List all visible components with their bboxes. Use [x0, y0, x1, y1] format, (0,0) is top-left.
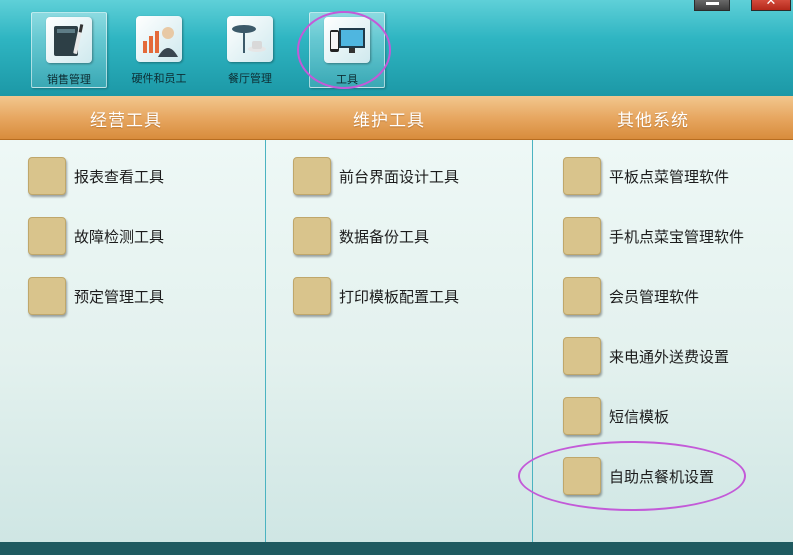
column-header-bar: 经营工具 维护工具 其他系统 [0, 96, 793, 140]
tool-tile-icon [563, 397, 601, 435]
tool-item-label: 预定管理工具 [74, 287, 165, 306]
tool-item-membership[interactable]: 会员管理软件 [563, 276, 699, 316]
toolbar-item-hardware-staff[interactable]: 硬件和员工 [121, 12, 197, 88]
tool-tile-icon [293, 277, 331, 315]
ledger-icon [46, 17, 92, 63]
tool-item-sms-template[interactable]: 短信模板 [563, 396, 669, 436]
minimize-button[interactable] [694, 0, 730, 11]
toolbar-item-label: 销售管理 [47, 73, 91, 86]
tool-tile-icon [563, 157, 601, 195]
tool-tile-icon [293, 217, 331, 255]
column-divider [265, 140, 266, 542]
tool-item-print-template[interactable]: 打印模板配置工具 [293, 276, 459, 316]
status-bar [0, 542, 793, 555]
tool-item-report-viewer[interactable]: 报表查看工具 [28, 156, 164, 196]
toolbar-item-label: 硬件和员工 [131, 72, 187, 85]
tool-tile-icon [28, 217, 66, 255]
column-title: 其他系统 [617, 111, 689, 131]
tool-item-label: 故障检测工具 [74, 227, 165, 246]
top-toolbar: ✕ 销售管理 硬件和员工 餐厅管理 工具 [0, 0, 793, 96]
tool-item-label: 数据备份工具 [339, 227, 430, 246]
close-button[interactable]: ✕ [751, 0, 791, 11]
tool-item-tablet-ordering[interactable]: 平板点菜管理软件 [563, 156, 729, 196]
tool-tile-icon [293, 157, 331, 195]
restaurant-icon [227, 16, 273, 62]
toolbar-item-sales[interactable]: 销售管理 [31, 12, 107, 88]
highlight-circle [297, 11, 391, 89]
column-title: 维护工具 [353, 111, 425, 131]
tool-item-data-backup[interactable]: 数据备份工具 [293, 216, 429, 256]
tool-item-label: 打印模板配置工具 [339, 287, 460, 306]
tool-item-label: 会员管理软件 [609, 287, 700, 306]
tool-item-label: 来电通外送费设置 [609, 347, 730, 366]
tool-panels: 报表查看工具 故障检测工具 预定管理工具 前台界面设计工具 数据备份工具 打印模… [0, 140, 793, 542]
tool-tile-icon [28, 277, 66, 315]
toolbar-item-restaurant[interactable]: 餐厅管理 [212, 12, 288, 88]
employee-chart-icon [136, 16, 182, 62]
tool-item-label: 报表查看工具 [74, 167, 165, 186]
toolbar-item-label: 餐厅管理 [228, 72, 272, 85]
tool-item-delivery-fee[interactable]: 来电通外送费设置 [563, 336, 729, 376]
tool-tile-icon [28, 157, 66, 195]
tool-item-fault-detection[interactable]: 故障检测工具 [28, 216, 164, 256]
tool-tile-icon [563, 217, 601, 255]
tool-item-label: 手机点菜宝管理软件 [609, 227, 745, 246]
tool-item-mobile-ordering[interactable]: 手机点菜宝管理软件 [563, 216, 744, 256]
tool-item-label: 短信模板 [609, 407, 670, 426]
tool-item-label: 平板点菜管理软件 [609, 167, 730, 186]
minimize-icon [706, 2, 719, 5]
close-icon: ✕ [765, 0, 777, 9]
tool-item-ui-designer[interactable]: 前台界面设计工具 [293, 156, 459, 196]
tool-item-label: 前台界面设计工具 [339, 167, 460, 186]
tool-item-reservation[interactable]: 预定管理工具 [28, 276, 164, 316]
column-title: 经营工具 [90, 111, 162, 131]
tool-tile-icon [563, 337, 601, 375]
tool-tile-icon [563, 277, 601, 315]
highlight-circle [518, 441, 746, 511]
